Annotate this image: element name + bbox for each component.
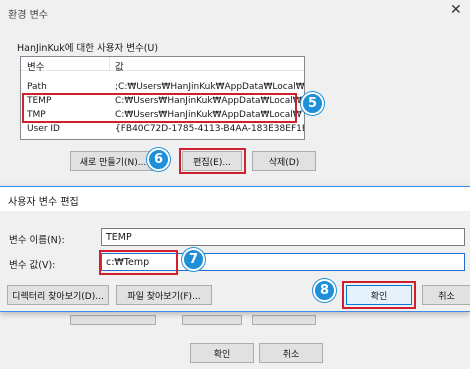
column-header-name[interactable]: 변수 (27, 59, 44, 73)
var-name-field[interactable]: TEMP (101, 228, 465, 246)
window-title: 환경 변수 (8, 10, 48, 21)
user-vars-group-label: HanJinKuk에 대한 사용자 변수(U) (17, 43, 159, 54)
list-header: 변수 값 (21, 57, 304, 73)
var-value: {FB40C72D-1785-4113-B4AA-183E38EF1E... (115, 124, 304, 134)
var-value-highlight (99, 250, 178, 275)
env-vars-window: 환경 변수 ✕ HanJinKuk에 대한 사용자 변수(U) 변수 값 Pat… (0, 0, 470, 369)
column-header-value[interactable]: 값 (115, 59, 124, 73)
ok-highlight (342, 281, 416, 309)
browse-directory-button[interactable]: 디렉터리 찾아보기(D)... (7, 285, 109, 305)
edit-highlight (179, 148, 246, 174)
system-vars-button-partial[interactable] (252, 315, 316, 325)
step-badge-5: 5 (301, 92, 324, 115)
dialog-titlebar: 사용자 변수 편집 (0, 187, 470, 211)
browse-file-button[interactable]: 파일 찾아보기(F)... (116, 285, 212, 305)
step-badge-6: 6 (147, 148, 170, 171)
close-icon[interactable]: ✕ (450, 2, 462, 18)
step-badge-8: 8 (313, 279, 336, 302)
new-button[interactable]: 새로 만들기(N)... (70, 151, 156, 171)
system-vars-button-partial[interactable] (70, 315, 156, 325)
table-row[interactable]: User ID {FB40C72D-1785-4113-B4AA-183E38E… (21, 123, 304, 136)
var-name: User ID (27, 124, 60, 134)
dialog-cancel-button[interactable]: 취소 (422, 285, 470, 305)
temp-tmp-highlight (22, 93, 297, 123)
dialog-title: 사용자 변수 편집 (8, 197, 79, 208)
edit-user-var-dialog: 사용자 변수 편집 변수 이름(N): TEMP 변수 값(V): c:₩Tem… (0, 186, 470, 312)
delete-button[interactable]: 삭제(D) (252, 151, 316, 171)
env-ok-button[interactable]: 확인 (190, 343, 254, 363)
env-cancel-button[interactable]: 취소 (259, 343, 323, 363)
var-name-label: 변수 이름(N): (9, 235, 65, 246)
system-vars-button-partial[interactable] (182, 315, 242, 325)
step-badge-7: 7 (182, 248, 205, 271)
var-value-label: 변수 값(V): (9, 260, 56, 271)
